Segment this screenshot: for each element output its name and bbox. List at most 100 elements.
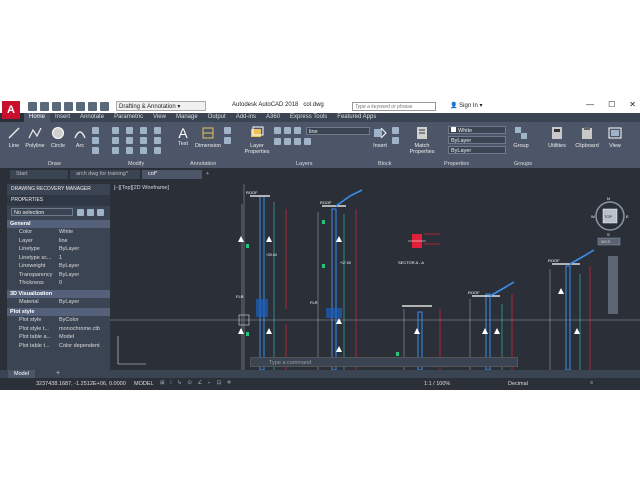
viz-row[interactable]: Material ByLayer xyxy=(7,298,110,307)
tab-view[interactable]: View xyxy=(148,113,171,122)
command-line-input[interactable]: Type a command xyxy=(250,357,518,367)
general-value[interactable]: ByLayer xyxy=(59,262,110,271)
general-value[interactable]: 1 xyxy=(59,254,110,263)
line-button[interactable]: Line xyxy=(6,126,22,149)
save-as-icon[interactable] xyxy=(64,102,73,111)
tab-a360[interactable]: A360 xyxy=(261,113,285,122)
sign-in-button[interactable]: 👤 Sign In ▾ xyxy=(450,102,483,109)
layer-off-icon[interactable] xyxy=(274,127,281,134)
plot-value[interactable]: Color dependent xyxy=(59,342,110,351)
ellipse-icon[interactable] xyxy=(92,147,99,154)
trim-icon[interactable] xyxy=(140,127,147,134)
search-input[interactable]: Type a keyword or phrase xyxy=(352,102,436,111)
general-value[interactable]: line xyxy=(59,237,110,246)
plot-style-section[interactable]: Plot style xyxy=(7,308,110,316)
move-icon[interactable] xyxy=(112,127,119,134)
layer-properties-button[interactable]: Layer Properties xyxy=(244,126,270,155)
general-row[interactable]: Transparency ByLayer xyxy=(7,271,110,280)
tab-home[interactable]: Home xyxy=(24,113,51,122)
model-tab[interactable]: Model xyxy=(8,370,35,378)
dimension-button[interactable]: Dimension xyxy=(194,126,222,149)
plot-row[interactable]: Plot style t... monochrome.ctb xyxy=(7,325,110,334)
add-layout-button[interactable]: + xyxy=(56,370,60,378)
tab-add-ins[interactable]: Add-ins xyxy=(231,113,261,122)
explode-icon[interactable] xyxy=(154,137,161,144)
leader-icon[interactable] xyxy=(224,127,231,134)
tab-parametric[interactable]: Parametric xyxy=(109,113,148,122)
application-menu-button[interactable]: A xyxy=(2,101,20,119)
undo-icon[interactable] xyxy=(88,102,97,111)
redo-icon[interactable] xyxy=(100,102,109,111)
layer-freeze-icon[interactable] xyxy=(294,127,301,134)
erase-icon[interactable] xyxy=(154,127,161,134)
plot-row[interactable]: Plot style ByColor xyxy=(7,316,110,325)
layer-lock-icon[interactable] xyxy=(274,138,281,145)
circle-button[interactable]: Circle xyxy=(49,126,67,149)
insert-button[interactable]: Insert xyxy=(372,126,388,149)
general-value[interactable]: ByLayer xyxy=(59,271,110,280)
plot-icon[interactable] xyxy=(76,102,85,111)
wcs-menu[interactable]: WCS xyxy=(601,239,611,244)
drawing-canvas[interactable]: [–][Top][2D Wireframe] ROOF ROOF ROOF RO… xyxy=(110,184,640,370)
maximize-button[interactable]: ☐ xyxy=(608,100,615,109)
3d-visualization-section[interactable]: 3D Visualization xyxy=(7,289,110,298)
general-section[interactable]: General xyxy=(7,220,110,228)
coordinates-readout[interactable]: 3237438.1687, -1.2512E+06, 0.0000 xyxy=(36,381,126,387)
table-icon[interactable] xyxy=(224,137,231,144)
general-value[interactable]: White xyxy=(59,228,110,237)
rectangle-icon[interactable] xyxy=(92,127,99,134)
customization-icon[interactable]: ≡ xyxy=(590,380,593,386)
tab-annotate[interactable]: Annotate xyxy=(75,113,109,122)
layer-isolate-icon[interactable] xyxy=(284,127,291,134)
save-icon[interactable] xyxy=(52,102,61,111)
tab-output[interactable]: Output xyxy=(203,113,231,122)
array-icon[interactable] xyxy=(140,147,147,154)
annotation-scale[interactable]: 1:1 / 100% xyxy=(424,381,450,387)
model-space-toggle[interactable]: MODEL xyxy=(134,381,154,387)
workspace-dropdown[interactable]: Drafting & Annotation ▾ xyxy=(116,101,206,111)
layer-walk-icon[interactable] xyxy=(304,138,311,145)
general-row[interactable]: Linetype sc... 1 xyxy=(7,254,110,263)
units-dropdown[interactable]: Decimal xyxy=(508,381,528,387)
layer-dropdown[interactable]: line xyxy=(306,127,370,135)
col-tab[interactable]: col* xyxy=(142,170,202,179)
general-row[interactable]: Lineweight ByLayer xyxy=(7,262,110,271)
tab-featured-apps[interactable]: Featured Apps xyxy=(332,113,381,122)
offset-icon[interactable] xyxy=(154,147,161,154)
polyline-button[interactable]: Polyline xyxy=(24,126,46,149)
viewcube[interactable]: N S E W TOP WCS xyxy=(591,196,629,246)
view-button[interactable]: View xyxy=(606,126,624,149)
new-icon[interactable] xyxy=(28,102,37,111)
match-properties-button[interactable]: Match Properties xyxy=(408,126,436,155)
recovery-manager-title[interactable]: DRAWING RECOVERY MANAGER xyxy=(7,184,110,195)
general-row[interactable]: Linetype ByLayer xyxy=(7,245,110,254)
general-value[interactable]: ByLayer xyxy=(59,245,110,254)
arc-button[interactable]: Arc xyxy=(72,126,88,149)
arch-dwg-tab[interactable]: arch dwg for training* xyxy=(70,170,140,179)
general-row[interactable]: Color White xyxy=(7,228,110,237)
viz-value[interactable]: ByLayer xyxy=(59,298,110,307)
tab-manage[interactable]: Manage xyxy=(171,113,203,122)
general-row[interactable]: Thickness 0 xyxy=(7,279,110,288)
plot-value[interactable]: Model xyxy=(59,333,110,342)
close-button[interactable]: ✕ xyxy=(629,100,636,109)
general-value[interactable]: 0 xyxy=(59,279,110,288)
plot-row[interactable]: Plot table t... Color dependent xyxy=(7,342,110,351)
color-dropdown[interactable]: White xyxy=(448,126,506,134)
scale-icon[interactable] xyxy=(126,147,133,154)
open-icon[interactable] xyxy=(40,102,49,111)
minimize-button[interactable]: — xyxy=(586,100,594,109)
fillet-icon[interactable] xyxy=(140,137,147,144)
new-tab-button[interactable]: + xyxy=(204,170,214,179)
clipboard-button[interactable]: Clipboard xyxy=(574,126,600,149)
group-button[interactable]: Group xyxy=(512,126,530,149)
copy-icon[interactable] xyxy=(112,137,119,144)
mirror-icon[interactable] xyxy=(126,137,133,144)
hatch-icon[interactable] xyxy=(92,137,99,144)
drafting-toggles[interactable]: ⊞ ⁞ ↳ ⊙ ∠ ⌐ ⊡ ✛ xyxy=(160,380,233,386)
tab-express-tools[interactable]: Express Tools xyxy=(285,113,332,122)
plot-value[interactable]: monochrome.ctb xyxy=(59,325,110,334)
text-button[interactable]: A Text xyxy=(176,126,190,147)
tab-insert[interactable]: Insert xyxy=(50,113,75,122)
general-row[interactable]: Layer line xyxy=(7,237,110,246)
